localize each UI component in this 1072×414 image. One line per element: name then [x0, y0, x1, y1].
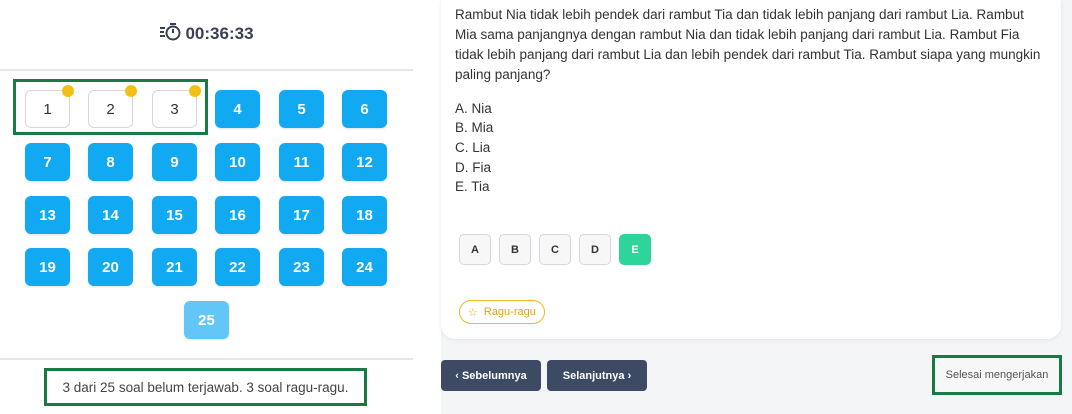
question-number: 13 — [39, 206, 56, 224]
question-nav-button-5[interactable]: 5 — [279, 90, 324, 128]
finish-button-label: Selesai mengerjakan — [945, 369, 1049, 381]
finish-button[interactable]: Selesai mengerjakan — [932, 355, 1062, 395]
question-nav-button-15[interactable]: 15 — [152, 196, 197, 234]
divider — [0, 358, 413, 360]
question-number: 15 — [166, 206, 183, 224]
option-b: B. Mia — [455, 120, 494, 135]
question-nav-button-9[interactable]: 9 — [152, 143, 197, 181]
question-nav-button-11[interactable]: 11 — [279, 143, 324, 181]
question-text: Rambut Nia tidak lebih pendek dari rambu… — [455, 7, 1041, 82]
question-navigator-panel: 00:36:33 1 2 3 4 5 6 7 8 9 10 11 12 13 14 15 16 17 18 19 20… — [0, 0, 413, 414]
answer-button-c[interactable]: C — [539, 234, 571, 265]
answer-button-b[interactable]: B — [499, 234, 531, 265]
timer: 00:36:33 — [0, 22, 413, 47]
previous-button[interactable]: ‹ Sebelumnya — [441, 360, 541, 391]
question-nav-button-24[interactable]: 24 — [342, 248, 387, 286]
doubt-button-label: Ragu-ragu — [483, 306, 536, 318]
question-number: 14 — [102, 206, 119, 224]
timer-value: 00:36:33 — [185, 24, 254, 43]
question-number: 10 — [229, 153, 246, 171]
star-icon: ☆ — [468, 306, 478, 319]
question-nav-button-12[interactable]: 12 — [342, 143, 387, 181]
question-number: 9 — [170, 153, 179, 171]
question-nav-button-16[interactable]: 16 — [215, 196, 260, 234]
question-nav-button-25[interactable]: 25 — [184, 301, 229, 339]
question-number: 17 — [293, 206, 310, 224]
stopwatch-icon — [159, 22, 181, 47]
answer-button-a[interactable]: A — [459, 234, 491, 265]
doubt-button[interactable]: ☆ Ragu-ragu — [459, 300, 545, 324]
question-number: 12 — [356, 153, 373, 171]
question-number: 6 — [360, 100, 369, 118]
question-nav-button-21[interactable]: 21 — [152, 248, 197, 286]
question-nav-button-6[interactable]: 6 — [342, 90, 387, 128]
question-number: 23 — [293, 258, 310, 276]
question-nav-button-7[interactable]: 7 — [25, 143, 70, 181]
question-nav-button-22[interactable]: 22 — [215, 248, 260, 286]
option-a: A. Nia — [455, 101, 492, 116]
question-number: 16 — [229, 206, 246, 224]
question-number: 8 — [106, 153, 115, 171]
question-card: Rambut Nia tidak lebih pendek dari rambu… — [441, 0, 1061, 339]
question-nav-button-23[interactable]: 23 — [279, 248, 324, 286]
answered-questions-highlight — [13, 79, 208, 135]
question-number: 18 — [356, 206, 373, 224]
question-nav-button-14[interactable]: 14 — [88, 196, 133, 234]
divider — [0, 69, 413, 71]
question-nav-button-10[interactable]: 10 — [215, 143, 260, 181]
question-number: 5 — [297, 100, 306, 118]
question-nav-button-8[interactable]: 8 — [88, 143, 133, 181]
question-nav-button-18[interactable]: 18 — [342, 196, 387, 234]
question-nav-button-17[interactable]: 17 — [279, 196, 324, 234]
option-c: C. Lia — [455, 140, 491, 155]
answer-button-e[interactable]: E — [619, 234, 651, 265]
question-number: 22 — [229, 258, 246, 276]
answer-status-box: 3 dari 25 soal belum terjawab. 3 soal ra… — [44, 368, 367, 406]
question-number: 21 — [166, 258, 183, 276]
question-number: 11 — [293, 153, 310, 171]
question-number: 24 — [356, 258, 373, 276]
question-number: 25 — [198, 311, 215, 329]
question-nav-button-4[interactable]: 4 — [215, 90, 260, 128]
option-d: D. Fia — [455, 160, 492, 175]
question-nav-button-19[interactable]: 19 — [25, 248, 70, 286]
panel-gutter — [413, 0, 441, 414]
question-nav-button-13[interactable]: 13 — [25, 196, 70, 234]
option-e: E. Tia — [455, 179, 490, 194]
question-number: 19 — [39, 258, 56, 276]
question-nav-button-20[interactable]: 20 — [88, 248, 133, 286]
question-number: 4 — [233, 100, 242, 118]
answer-button-d[interactable]: D — [579, 234, 611, 265]
next-button[interactable]: Selanjutnya › — [547, 360, 647, 391]
question-number: 7 — [43, 153, 52, 171]
question-number: 20 — [102, 258, 119, 276]
answer-status-text: 3 dari 25 soal belum terjawab. 3 soal ra… — [62, 379, 349, 395]
